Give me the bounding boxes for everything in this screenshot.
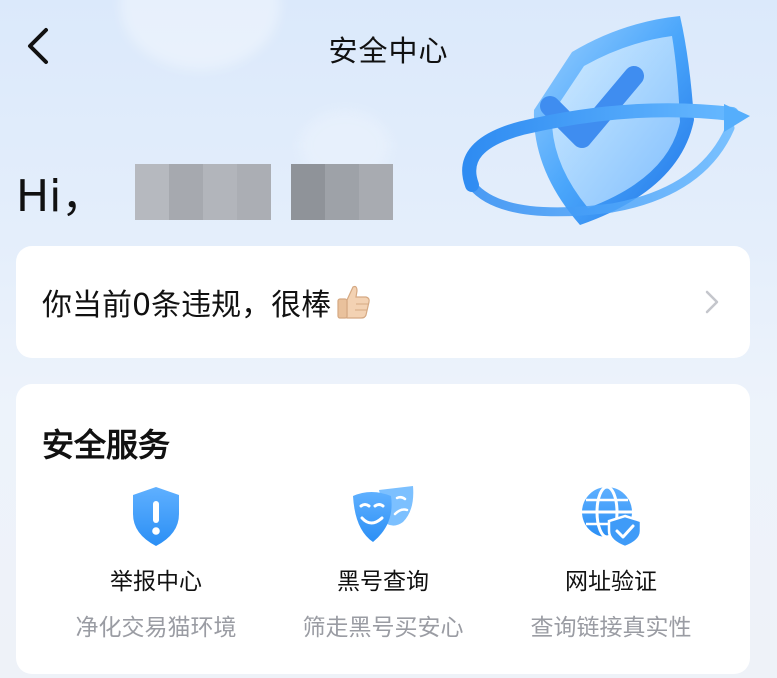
- thumbs-up-icon: [337, 285, 370, 319]
- service-description: 筛走黑号买安心: [302, 615, 464, 641]
- security-services-card: 安全服务 举报中心 净化交易猫环境 黑号查询 筛走黑号买安心 网址验证 查询链接…: [16, 384, 750, 674]
- globe-shield-icon: [582, 485, 643, 548]
- service-label: 黑号查询: [337, 569, 429, 595]
- service-description: 查询链接真实性: [530, 615, 692, 641]
- service-report-center[interactable]: 举报中心 净化交易猫环境: [41, 484, 271, 642]
- service-description: 净化交易猫环境: [75, 615, 237, 641]
- section-title: 安全服务: [42, 426, 171, 464]
- security-shield-illustration: [462, 10, 762, 235]
- blurred-username: [135, 164, 394, 220]
- service-url-verification[interactable]: 网址验证 查询链接真实性: [496, 484, 726, 642]
- greeting: Hi，: [16, 160, 394, 224]
- service-label: 网址验证: [565, 569, 657, 595]
- shield-alert-icon: [133, 487, 179, 546]
- violation-status-card[interactable]: 你当前0条违规，很棒: [16, 246, 750, 358]
- violation-status: 你当前0条违规，很棒: [42, 280, 373, 324]
- chevron-right-icon: [705, 290, 719, 314]
- mask-icon: [353, 486, 414, 542]
- violation-text: 你当前0条违规，很棒: [42, 288, 332, 323]
- shield-check-icon: [462, 16, 750, 225]
- greeting-text: Hi，: [16, 171, 106, 222]
- service-label: 举报中心: [110, 569, 202, 595]
- service-blacklist-query[interactable]: 黑号查询 筛走黑号买安心: [268, 484, 498, 642]
